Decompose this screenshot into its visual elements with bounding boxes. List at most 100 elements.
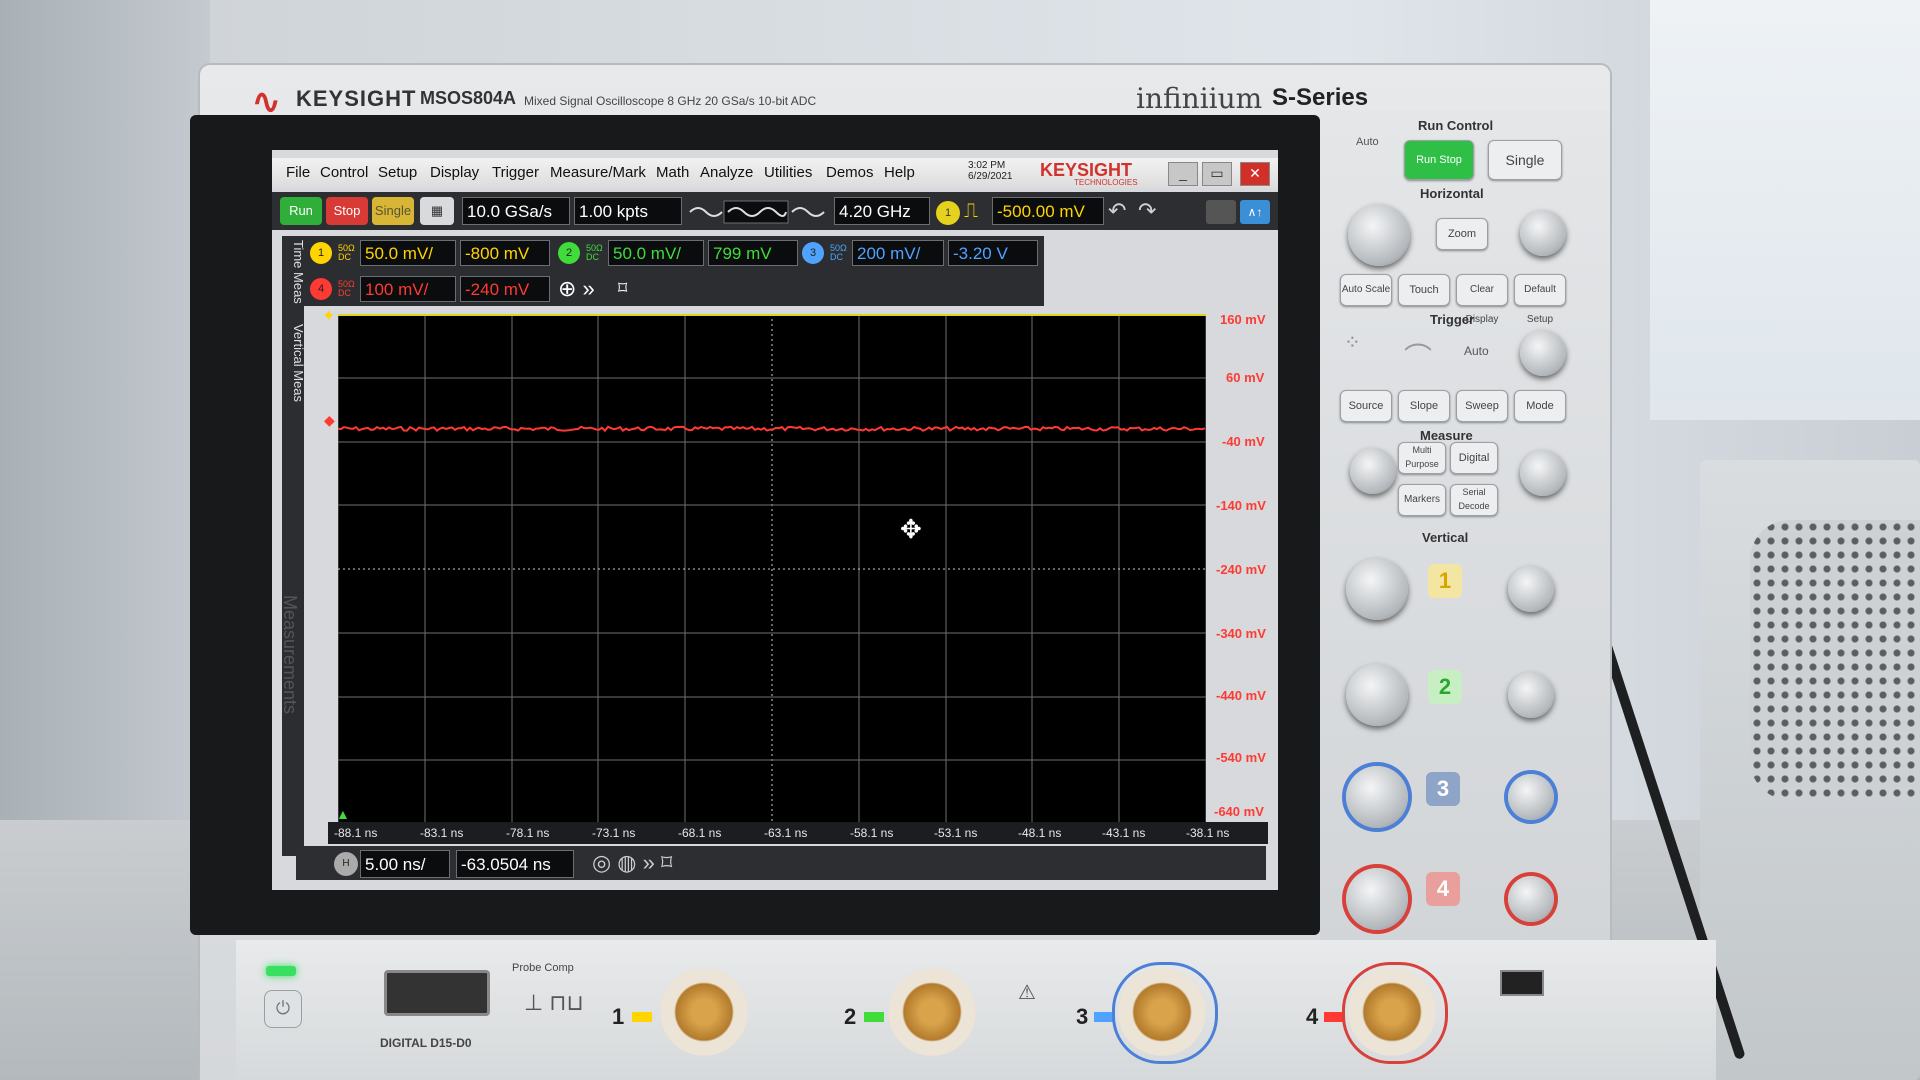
ch2-scale-knob[interactable] [1346,664,1408,726]
memory-depth-field[interactable]: 1.00 kpts [574,197,682,225]
clock-date: 6/29/2021 [968,171,1013,182]
close-icon[interactable]: ✕ [1240,162,1270,186]
menu-display[interactable]: Display [430,164,479,181]
auto-scale-key[interactable]: Auto Scale [1340,274,1392,306]
digital-key[interactable]: Digital [1450,442,1498,474]
input-3-bnc-connector[interactable] [1118,968,1206,1056]
usb-port[interactable] [1500,970,1544,996]
ch4-scale-knob[interactable] [1346,868,1408,930]
run-stop-key[interactable]: Run Stop [1404,140,1474,180]
y-tick-label: -140 mV [1216,498,1266,513]
channel-4-coupling: 50Ω DC [338,279,355,298]
timebase-options-icon[interactable]: ◎ ◍ » ⌑ [592,850,672,876]
horizontal-position-knob[interactable] [1520,210,1566,256]
trigger-level-knob[interactable] [1520,330,1566,376]
channel-3-icon[interactable]: 3 [802,242,824,264]
input-4-bnc-connector[interactable] [1348,968,1436,1056]
ch2-key[interactable]: 2 [1428,670,1462,704]
menu-utilities[interactable]: Utilities [764,164,812,181]
menu-trigger[interactable]: Trigger [492,164,539,181]
screen-logo-subtitle: TECHNOLOGIES [1074,178,1138,187]
default-setup-key[interactable]: Default Setup [1514,274,1566,325]
channel-1-icon[interactable]: 1 [310,242,332,264]
pin-icon[interactable]: ⌑ [618,278,627,299]
channel-4-icon[interactable]: 4 [310,278,332,300]
markers-key[interactable]: Markers [1398,484,1446,516]
maximize-icon[interactable]: ▭ [1202,162,1232,186]
channel-2-icon[interactable]: 2 [558,242,580,264]
y-tick-label: -340 mV [1216,626,1266,641]
source-key[interactable]: Source [1340,390,1392,422]
touch-key[interactable]: Touch [1398,274,1450,306]
channel-4-scale-field[interactable]: 100 mV/ [360,276,456,302]
timebase-position-field[interactable]: -63.0504 ns [456,850,574,878]
menu-measure-mark[interactable]: Measure/Mark [550,164,646,181]
single-key[interactable]: Single [1488,140,1562,180]
acquisition-icon[interactable]: ▦ [420,197,454,225]
zoom-key[interactable]: Zoom [1436,218,1488,250]
screenshot-icon[interactable] [1206,200,1236,224]
redo-icon[interactable]: ↷ [1138,198,1156,224]
serial-decode-key[interactable]: Serial Decode [1450,484,1498,516]
menu-control[interactable]: Control [320,164,368,181]
ch1-key[interactable]: 1 [1428,564,1462,598]
mode-key[interactable]: Mode [1514,390,1566,422]
channel-3-offset-field[interactable]: -3.20 V [948,240,1038,266]
input-1-color-tag [632,1012,652,1022]
sweep-key[interactable]: Sweep [1456,390,1508,422]
undo-icon[interactable]: ↶ [1108,198,1126,224]
measure-left-knob[interactable] [1350,448,1396,494]
ch1-scale-knob[interactable] [1346,558,1408,620]
bandwidth-field[interactable]: 4.20 GHz [834,197,930,225]
ch4-offset-knob[interactable] [1508,876,1554,922]
waveform-display[interactable] [338,314,1206,824]
input-2-bnc-connector[interactable] [888,968,976,1056]
measure-right-knob[interactable] [1520,450,1566,496]
stop-button[interactable]: Stop [326,197,368,225]
measurements-panel-label[interactable]: Measurements [279,595,300,714]
menu-setup[interactable]: Setup [378,164,417,181]
rising-edge-icon: ⎍ [964,200,978,222]
trigger-level-field[interactable]: -500.00 mV [992,197,1104,225]
channel-4-offset-field[interactable]: -240 mV [460,276,550,302]
single-button[interactable]: Single [372,197,414,225]
clear-display-key[interactable]: Clear Display [1456,274,1508,325]
ch2-offset-knob[interactable] [1508,672,1554,718]
digital-input-port[interactable] [384,970,490,1016]
slope-key[interactable]: Slope [1398,390,1450,422]
ch3-key[interactable]: 3 [1426,772,1460,806]
input-1-bnc-connector[interactable] [660,968,748,1056]
ch4-key[interactable]: 4 [1426,872,1460,906]
minimize-icon[interactable]: _ [1168,162,1198,186]
sample-rate-field[interactable]: 10.0 GSa/s [462,197,570,225]
ch3-scale-knob[interactable] [1346,766,1408,828]
run-button[interactable]: Run [280,197,322,225]
menu-analyze[interactable]: Analyze [700,164,753,181]
power-icon[interactable]: ⏻ [264,990,302,1028]
add-channel-icon[interactable]: ⊕ » [558,276,595,302]
channel-2-coupling: 50Ω DC [586,243,603,262]
x-tick-label: -43.1 ns [1102,826,1146,840]
trigger-source-indicator[interactable]: 1 [936,201,960,225]
menu-file[interactable]: File [286,164,310,181]
channel-3-scale-field[interactable]: 200 mV/ [852,240,944,266]
menu-demos[interactable]: Demos [826,164,874,181]
ch3-offset-knob[interactable] [1508,774,1554,820]
channel-1-scale-field[interactable]: 50.0 mV/ [360,240,456,266]
menu-help[interactable]: Help [884,164,915,181]
horizontal-scale-knob[interactable] [1348,204,1410,266]
menu-math[interactable]: Math [656,164,689,181]
brand-name: KEYSIGHT [296,86,417,111]
multi-purpose-key[interactable]: Multi Purpose [1398,442,1446,474]
tab-vertical-meas[interactable]: Vertical Meas [291,324,306,402]
measure-all-icon[interactable]: ∧↑ [1240,200,1270,224]
channel-1-offset-field[interactable]: -800 mV [460,240,550,266]
filter-waveform-icon[interactable] [688,200,828,224]
timebase-scale-field[interactable]: 5.00 ns/ [360,850,450,878]
input-3-label: 3 [1076,1004,1089,1029]
channel-2-scale-field[interactable]: 50.0 mV/ [608,240,704,266]
ch1-offset-knob[interactable] [1508,566,1554,612]
channel-2-offset-field[interactable]: 799 mV [708,240,798,266]
horizontal-icon[interactable]: H [334,852,358,876]
trigger-source-leds: ⁘ [1344,332,1361,354]
